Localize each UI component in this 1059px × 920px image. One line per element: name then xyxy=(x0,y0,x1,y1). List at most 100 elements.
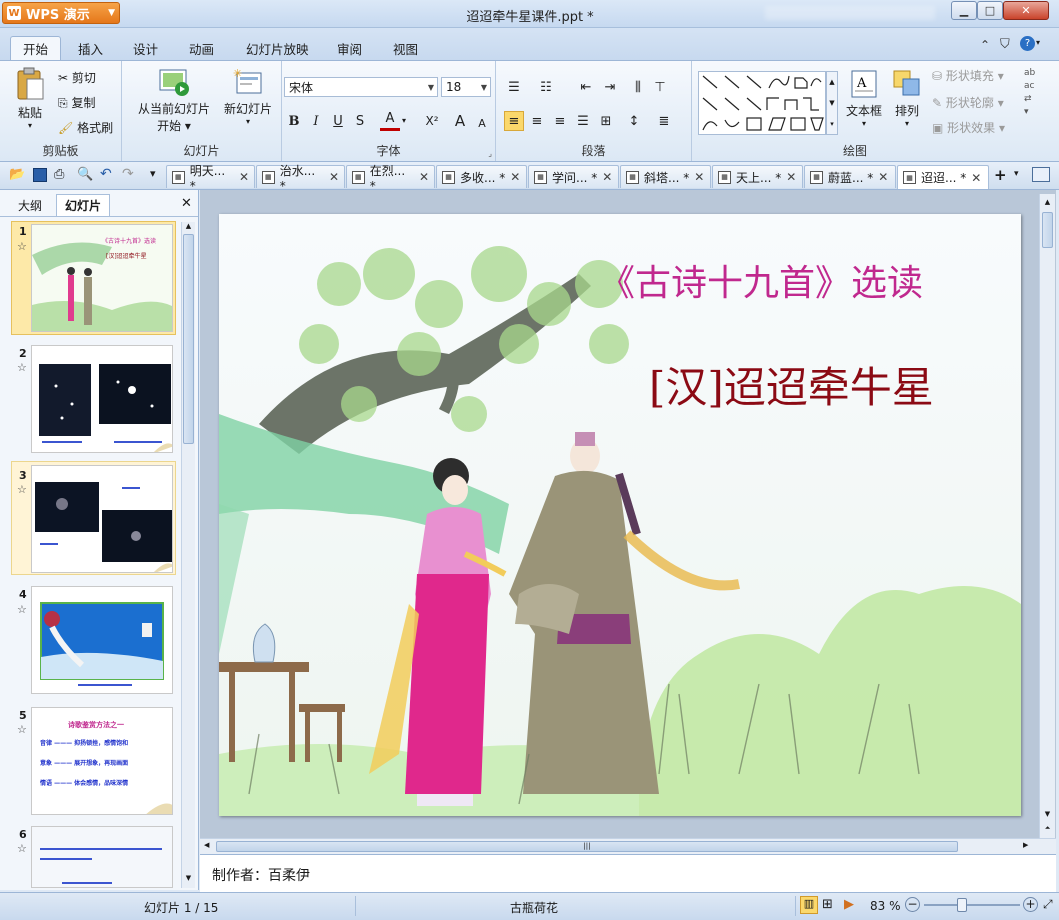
tab-slideshow[interactable]: 幻灯片放映 xyxy=(234,36,321,60)
doc-tab-active[interactable]: ▦ 迢迢... * ✕ xyxy=(897,165,989,189)
redo-icon[interactable]: ↷ xyxy=(122,166,134,182)
scroll-down-icon[interactable]: ▼ xyxy=(183,874,194,884)
close-tab-icon[interactable]: ✕ xyxy=(239,170,249,184)
close-tab-icon[interactable]: ✕ xyxy=(419,170,429,184)
canvas-vertical-scrollbar[interactable]: ▲ ▼ ⏶ ⏷ xyxy=(1039,194,1055,854)
scroll-down-icon[interactable]: ▼ xyxy=(1042,810,1053,818)
panel-scroll-thumb[interactable] xyxy=(183,234,194,444)
print-preview-icon[interactable]: 🔍 xyxy=(77,167,93,182)
shapes-scroll[interactable]: ▲ ▼ ▾ xyxy=(826,71,838,135)
doc-tab[interactable]: ▦ 治水... * ✕ xyxy=(256,164,345,193)
dialog-launcher-icon[interactable]: ⌟ xyxy=(488,149,492,158)
fit-window-icon[interactable]: ⤢ xyxy=(1043,897,1053,912)
slide-thumbnail[interactable] xyxy=(31,826,173,888)
align-center-icon[interactable]: ≡ xyxy=(527,111,547,131)
font-color-button[interactable]: A xyxy=(380,109,400,131)
align-right-icon[interactable]: ≡ xyxy=(550,111,570,131)
slide-subtitle[interactable]: [汉]迢迢牵牛星 xyxy=(649,354,934,415)
new-slide-button[interactable]: ✳ 新幻灯片 ▾ xyxy=(220,67,276,126)
wps-app-menu-button[interactable]: W WPS 演示 ▼ xyxy=(2,2,120,24)
more-tools-icon[interactable]: ab ac ⇄ ▾ xyxy=(1024,67,1035,119)
tab-animation[interactable]: 动画 xyxy=(177,36,226,60)
window-layout-icon[interactable] xyxy=(1032,167,1050,182)
format-painter-button[interactable]: 🖌 格式刷 xyxy=(58,119,113,136)
shape-fill-button[interactable]: ⛁ 形状填充 ▾ xyxy=(932,67,1004,84)
notes-text[interactable]: 制作者：百柔伊 xyxy=(212,865,310,885)
help-icon[interactable]: ? xyxy=(1020,36,1035,51)
decrease-indent-icon[interactable]: ⇤ xyxy=(576,77,596,97)
slide-sorter-icon[interactable]: ⊞ xyxy=(822,897,833,912)
scroll-left-icon[interactable]: ◀ xyxy=(204,841,209,849)
scroll-up-icon[interactable]: ▲ xyxy=(1042,198,1053,206)
notes-pane[interactable]: 制作者：百柔伊 xyxy=(200,854,1056,892)
slide-thumbnail[interactable]: 诗歌鉴赏方法之一 音律 ——— 抑扬顿挫，感情饱和 意象 ——— 展开想象，再现… xyxy=(31,707,173,815)
collapse-ribbon-icon[interactable]: ⌃ xyxy=(980,38,990,52)
maximize-button[interactable]: □ xyxy=(977,1,1003,20)
scroll-right-icon[interactable]: ▶ xyxy=(1023,841,1028,849)
shrink-font-button[interactable]: A xyxy=(472,113,492,133)
zoom-level[interactable]: 83 % xyxy=(870,899,901,913)
text-direction-icon[interactable]: ⫼ xyxy=(628,77,648,97)
shape-outline-button[interactable]: ✎ 形状轮廓 ▾ xyxy=(932,94,1004,111)
doc-tab[interactable]: ▦ 蔚蓝... * ✕ xyxy=(804,165,896,188)
close-tab-icon[interactable]: ✕ xyxy=(786,170,796,184)
zoom-in-icon[interactable]: + xyxy=(1023,897,1038,912)
close-button[interactable]: ✕ xyxy=(1003,1,1049,20)
previous-slide-icon[interactable]: ⏶ xyxy=(1042,824,1053,833)
close-tab-icon[interactable]: ✕ xyxy=(878,170,888,184)
help-dropdown-icon[interactable]: ▾ xyxy=(1036,38,1040,47)
doc-tab[interactable]: ▦ 多收... * ✕ xyxy=(436,165,527,188)
normal-view-icon[interactable]: ▥ xyxy=(800,896,818,914)
line-spacing-icon[interactable]: ↕ xyxy=(624,111,644,131)
slide-thumbnail[interactable] xyxy=(31,345,173,453)
close-tab-icon[interactable]: ✕ xyxy=(329,170,339,184)
save-icon[interactable] xyxy=(33,168,47,182)
italic-button[interactable]: I xyxy=(306,111,326,131)
zoom-slider-thumb[interactable] xyxy=(957,898,967,912)
textbox-button[interactable]: A 文本框 ▾ xyxy=(842,69,886,128)
canvas-hscroll-thumb[interactable]: ||| xyxy=(216,841,958,852)
canvas-horizontal-scrollbar[interactable]: ◀ ||| ▶ xyxy=(200,838,1056,854)
tab-home[interactable]: 开始 xyxy=(10,36,62,60)
play-from-current-button[interactable]: 从当前幻灯片 开始 ▾ xyxy=(128,67,220,134)
doc-tab[interactable]: ▦ 天上... * ✕ xyxy=(712,165,803,188)
zoom-slider[interactable] xyxy=(924,904,1020,906)
copy-button[interactable]: ⎘ 复制 xyxy=(58,94,95,111)
tab-insert[interactable]: 插入 xyxy=(66,36,115,60)
justify-icon[interactable]: ☰ xyxy=(573,111,593,131)
close-tab-icon[interactable]: ✕ xyxy=(971,171,981,185)
doc-tab[interactable]: ▦ 在烈... * ✕ xyxy=(346,164,435,193)
tab-review[interactable]: 审阅 xyxy=(325,36,374,60)
customize-toolbar-icon[interactable]: ▾ xyxy=(150,167,156,180)
tab-outline[interactable]: 大纲 xyxy=(10,194,50,216)
slide-canvas[interactable]: 《古诗十九首》选读 [汉]迢迢牵牛星 xyxy=(219,214,1021,816)
chevron-down-icon[interactable]: ▾ xyxy=(402,116,406,125)
slide-thumbnail[interactable] xyxy=(31,465,173,573)
bullet-list-icon[interactable]: ☰ xyxy=(504,77,524,97)
paste-button[interactable]: 粘贴 ▾ xyxy=(8,67,52,141)
close-tab-icon[interactable]: ✕ xyxy=(510,170,520,184)
align-text-icon[interactable]: ⊤ xyxy=(650,77,670,97)
shapes-gallery[interactable] xyxy=(698,71,826,135)
shirt-icon[interactable]: ⛉ xyxy=(1000,37,1010,52)
canvas-scroll-thumb[interactable] xyxy=(1042,212,1053,248)
increase-indent-icon[interactable]: ⇥ xyxy=(600,77,620,97)
doc-tab[interactable]: ▦ 斜塔... * ✕ xyxy=(620,165,711,188)
scroll-up-icon[interactable]: ▲ xyxy=(183,222,194,232)
font-size-select[interactable]: 18 ▼ xyxy=(441,77,491,97)
close-tab-icon[interactable]: ✕ xyxy=(694,170,704,184)
open-folder-icon[interactable]: 📂 xyxy=(9,167,25,182)
shadow-button[interactable]: S xyxy=(350,111,370,131)
cut-button[interactable]: ✂ 剪切 xyxy=(58,69,96,86)
panel-scrollbar[interactable]: ▲ ▼ xyxy=(181,222,195,888)
doc-tab[interactable]: ▦ 明天... * ✕ xyxy=(166,164,255,193)
arrange-button[interactable]: 排列 ▾ xyxy=(888,69,926,128)
grow-font-button[interactable]: A xyxy=(450,111,470,131)
column-icon[interactable]: ≣ xyxy=(654,111,674,131)
underline-button[interactable]: U xyxy=(328,111,348,131)
tab-design[interactable]: 设计 xyxy=(121,36,170,60)
shape-effect-button[interactable]: ▣ 形状效果 ▾ xyxy=(932,119,1005,136)
print-icon[interactable]: ⎙ xyxy=(54,167,64,182)
align-left-icon[interactable]: ≡ xyxy=(504,111,524,131)
slide-thumbnail[interactable] xyxy=(31,586,173,694)
